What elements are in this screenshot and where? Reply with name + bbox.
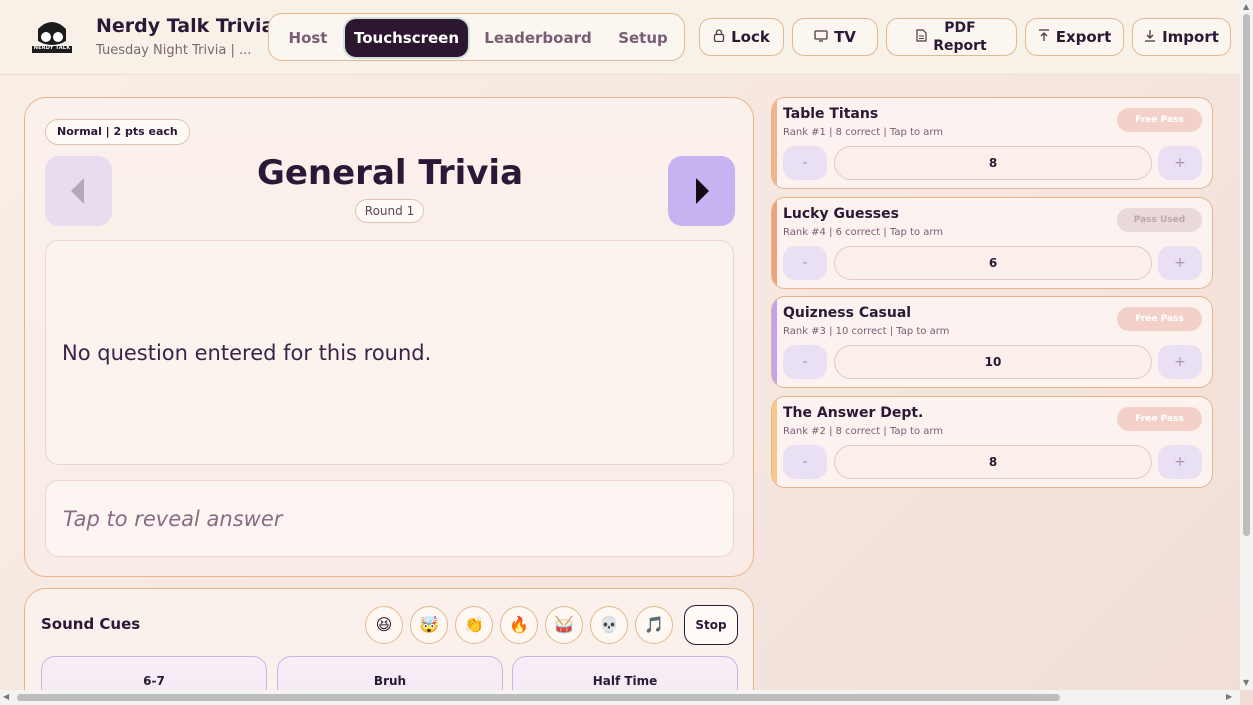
- increase-score-button[interactable]: +: [1158, 345, 1202, 379]
- team-card[interactable]: Lucky Guesses Rank #4 | 6 correct | Tap t…: [771, 197, 1213, 289]
- applause-sound-button[interactable]: 👏: [455, 606, 493, 644]
- score-input[interactable]: 8: [834, 146, 1152, 180]
- lock-icon: [713, 29, 725, 45]
- free-pass-button[interactable]: Free Pass: [1117, 307, 1202, 331]
- music-sound-button[interactable]: 🎵: [635, 606, 673, 644]
- event-subtitle: Tuesday Night Trivia | ...: [96, 43, 252, 58]
- scroll-right-icon[interactable]: ▶: [1226, 692, 1232, 701]
- team-rank-info: Rank #1 | 8 correct | Tap to arm: [783, 127, 944, 138]
- tv-button[interactable]: TV: [792, 18, 878, 56]
- tab-leaderboard[interactable]: Leaderboard: [474, 19, 602, 57]
- team-name: Lucky Guesses: [783, 206, 899, 222]
- tab-host[interactable]: Host: [274, 19, 342, 57]
- team-color-stripe: [772, 198, 777, 288]
- round-title: General Trivia: [256, 153, 524, 193]
- app-header: NERDY TALK Nerdy Talk Trivia Tuesday Nig…: [0, 0, 1240, 75]
- stop-sound-button[interactable]: Stop: [684, 605, 738, 645]
- team-card[interactable]: Table Titans Rank #1 | 8 correct | Tap to…: [771, 97, 1213, 189]
- scoring-mode-badge: Normal | 2 pts each: [45, 119, 190, 145]
- decrease-score-button[interactable]: -: [783, 246, 827, 280]
- fire-sound-button[interactable]: 🔥: [500, 606, 538, 644]
- pdf-report-label: PDF Report: [933, 19, 987, 55]
- download-icon: [1144, 29, 1156, 45]
- arrow-right-icon: [696, 178, 709, 204]
- team-name: Quizness Casual: [783, 305, 912, 321]
- question-text: No question entered for this round.: [62, 341, 432, 365]
- pdf-report-button[interactable]: PDF Report: [886, 18, 1017, 56]
- nerdy-talk-logo: NERDY TALK: [28, 15, 76, 59]
- team-color-stripe: [772, 397, 777, 487]
- question-panel: No question entered for this round.: [45, 240, 734, 465]
- pdf-label-line2: Report: [933, 38, 987, 54]
- increase-score-button[interactable]: +: [1158, 445, 1202, 479]
- decrease-score-button[interactable]: -: [783, 445, 827, 479]
- team-name: The Answer Dept.: [783, 405, 924, 421]
- scroll-down-icon[interactable]: ▼: [1243, 678, 1249, 687]
- lock-button[interactable]: Lock: [699, 18, 784, 56]
- round-number-badge: Round 1: [355, 199, 424, 223]
- next-round-button[interactable]: [668, 156, 735, 226]
- increase-score-button[interactable]: +: [1158, 146, 1202, 180]
- app-title: Nerdy Talk Trivia: [96, 15, 275, 37]
- tv-label: TV: [834, 28, 856, 46]
- vertical-scroll-thumb[interactable]: [1243, 14, 1250, 536]
- increase-score-button[interactable]: +: [1158, 246, 1202, 280]
- team-card[interactable]: Quizness Casual Rank #3 | 10 correct | Ta…: [771, 296, 1213, 388]
- upload-icon: [1038, 29, 1050, 45]
- lock-label: Lock: [731, 28, 770, 46]
- decrease-score-button[interactable]: -: [783, 345, 827, 379]
- sound-cues-panel: Sound Cues 😆 🤯 👏 🔥 🥁 💀 🎵 Stop 6-7 Bruh H…: [24, 588, 754, 705]
- mind-blown-sound-button[interactable]: 🤯: [410, 606, 448, 644]
- round-card: Normal | 2 pts each General Trivia Round…: [24, 97, 754, 577]
- reveal-answer-button[interactable]: Tap to reveal answer: [45, 480, 734, 557]
- view-tabs: Host Touchscreen Leaderboard Setup: [268, 13, 685, 61]
- score-input[interactable]: 8: [834, 445, 1152, 479]
- team-color-stripe: [772, 98, 777, 188]
- team-card[interactable]: The Answer Dept. Rank #2 | 8 correct | Ta…: [771, 396, 1213, 488]
- free-pass-button[interactable]: Pass Used: [1117, 208, 1202, 232]
- free-pass-button[interactable]: Free Pass: [1117, 108, 1202, 132]
- score-input[interactable]: 10: [834, 345, 1152, 379]
- drumroll-sound-button[interactable]: 🥁: [545, 606, 583, 644]
- team-rank-info: Rank #3 | 10 correct | Tap to arm: [783, 326, 950, 337]
- tab-touchscreen[interactable]: Touchscreen: [345, 19, 468, 57]
- reveal-answer-label: Tap to reveal answer: [63, 507, 283, 531]
- previous-round-button[interactable]: [45, 156, 112, 226]
- file-icon: [916, 29, 927, 45]
- monitor-icon: [814, 29, 828, 45]
- team-color-stripe: [772, 297, 777, 387]
- decrease-score-button[interactable]: -: [783, 146, 827, 180]
- sound-cues-title: Sound Cues: [41, 615, 141, 633]
- team-name: Table Titans: [783, 106, 879, 122]
- tab-setup[interactable]: Setup: [606, 19, 680, 57]
- team-rank-info: Rank #4 | 6 correct | Tap to arm: [783, 227, 944, 238]
- horizontal-scroll-thumb[interactable]: [17, 694, 1060, 701]
- export-label: Export: [1055, 28, 1112, 46]
- horizontal-scrollbar[interactable]: ◀ ▶: [0, 690, 1240, 705]
- scroll-left-icon[interactable]: ◀: [3, 692, 9, 701]
- pdf-label-line1: PDF: [944, 20, 976, 36]
- vertical-scrollbar[interactable]: ▲ ▼: [1240, 0, 1253, 690]
- export-button[interactable]: Export: [1025, 18, 1124, 56]
- laugh-sound-button[interactable]: 😆: [365, 606, 403, 644]
- skull-sound-button[interactable]: 💀: [590, 606, 628, 644]
- import-button[interactable]: Import: [1132, 18, 1231, 56]
- logo-text: NERDY TALK: [33, 45, 71, 51]
- team-rank-info: Rank #2 | 8 correct | Tap to arm: [783, 426, 944, 437]
- free-pass-button[interactable]: Free Pass: [1117, 407, 1202, 431]
- import-label: Import: [1162, 28, 1219, 46]
- arrow-left-icon: [71, 178, 84, 204]
- score-input[interactable]: 6: [834, 246, 1152, 280]
- scroll-up-icon[interactable]: ▲: [1243, 2, 1249, 11]
